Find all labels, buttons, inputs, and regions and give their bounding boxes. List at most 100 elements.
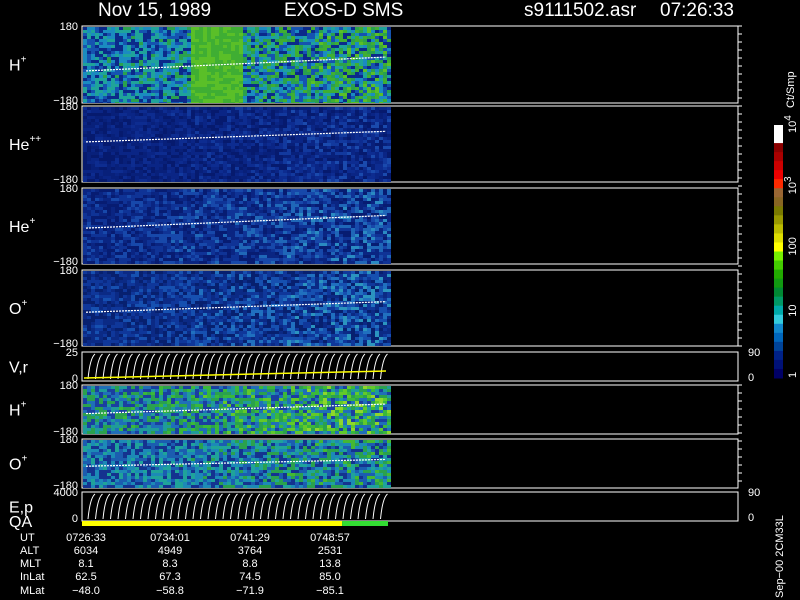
heatmap-cell — [299, 164, 303, 167]
heatmap-cell — [203, 158, 207, 161]
heatmap-cell — [123, 210, 127, 213]
heatmap-cell — [315, 155, 319, 158]
heatmap-cell — [307, 39, 311, 42]
heatmap-cell — [231, 75, 235, 78]
heatmap-cell — [215, 219, 219, 222]
heatmap-cell — [275, 78, 279, 81]
heatmap-cell — [267, 149, 271, 152]
heatmap-cell — [119, 122, 123, 125]
heatmap-cell — [215, 252, 219, 255]
heatmap-cell — [263, 170, 267, 173]
heatmap-cell — [271, 99, 275, 102]
heatmap-cell — [339, 84, 343, 87]
heatmap-cell — [231, 78, 235, 81]
heatmap-cell — [127, 152, 131, 155]
heatmap-cell — [203, 231, 207, 234]
heatmap-cell — [215, 204, 219, 207]
heatmap-cell — [207, 128, 211, 131]
heatmap-cell — [135, 222, 139, 225]
heatmap-cell — [223, 201, 227, 204]
heatmap-cell — [275, 96, 279, 99]
heatmap-cell — [367, 107, 371, 110]
heatmap-cell — [271, 131, 275, 134]
heatmap-cell — [383, 164, 387, 167]
heatmap-cell — [323, 102, 327, 103]
heatmap-cell — [111, 33, 115, 36]
heatmap-cell — [199, 30, 203, 33]
heatmap-cell — [231, 198, 235, 201]
heatmap-cell — [315, 72, 319, 75]
heatmap-cell — [183, 122, 187, 125]
heatmap-cell — [375, 48, 379, 51]
heatmap-cell — [335, 93, 339, 96]
heatmap-cell — [195, 107, 199, 110]
heatmap-cell — [227, 96, 231, 99]
heatmap-cell — [127, 54, 131, 57]
heatmap-cell — [239, 258, 243, 261]
heatmap-cell — [211, 81, 215, 84]
heatmap-cell — [335, 134, 339, 137]
heatmap-cell — [319, 152, 323, 155]
heatmap-cell — [215, 81, 219, 84]
heatmap-cell — [95, 119, 99, 122]
heatmap-cell — [143, 164, 147, 167]
heatmap-cell — [251, 27, 255, 30]
heatmap-cell — [127, 149, 131, 152]
heatmap-cell — [227, 72, 231, 75]
heatmap-cell — [99, 110, 103, 113]
heatmap-cell — [179, 140, 183, 143]
heatmap-cell — [163, 27, 167, 30]
heatmap-cell — [347, 110, 351, 113]
heatmap-cell — [279, 33, 283, 36]
heatmap-cell — [203, 246, 207, 249]
heatmap-cell — [315, 99, 319, 102]
heatmap-cell — [331, 113, 335, 116]
heatmap-cell — [367, 27, 371, 30]
heatmap-cell — [187, 149, 191, 152]
heatmap-cell — [243, 179, 247, 182]
heatmap-cell — [159, 261, 163, 264]
heatmap-cell — [83, 51, 87, 54]
heatmap-cell — [355, 176, 359, 179]
heatmap-cell — [315, 113, 319, 116]
heatmap-cell — [347, 66, 351, 69]
heatmap-cell — [231, 240, 235, 243]
heatmap-cell — [107, 192, 111, 195]
heatmap-cell — [339, 143, 343, 146]
heatmap-cell — [299, 66, 303, 69]
heatmap-cell — [247, 96, 251, 99]
heatmap-cell — [95, 99, 99, 102]
heatmap-cell — [171, 39, 175, 42]
heatmap-cell — [211, 243, 215, 246]
heatmap-cell — [123, 152, 127, 155]
heatmap-cell — [147, 222, 151, 225]
heatmap-cell — [103, 81, 107, 84]
heatmap-cell — [123, 30, 127, 33]
heatmap-cell — [343, 78, 347, 81]
heatmap-cell — [135, 179, 139, 182]
heatmap-cell — [359, 155, 363, 158]
heatmap-cell — [203, 167, 207, 170]
heatmap-cell — [359, 161, 363, 164]
heatmap-cell — [267, 173, 271, 176]
heatmap-cell — [99, 54, 103, 57]
heatmap-cell — [279, 176, 283, 179]
heatmap-cell — [295, 113, 299, 116]
heatmap-cell — [115, 243, 119, 246]
heatmap-cell — [371, 33, 375, 36]
heatmap-cell — [359, 102, 363, 103]
heatmap-cell — [83, 207, 87, 210]
heatmap-cell — [243, 176, 247, 179]
heatmap-cell — [171, 255, 175, 258]
heatmap-cell — [207, 216, 211, 219]
heatmap-cell — [191, 60, 195, 63]
heatmap-cell — [163, 60, 167, 63]
heatmap-cell — [227, 66, 231, 69]
heatmap-cell — [231, 36, 235, 39]
heatmap-cell — [147, 119, 151, 122]
heatmap-cell — [359, 78, 363, 81]
heatmap-cell — [263, 146, 267, 149]
heatmap-cell — [383, 158, 387, 161]
heatmap-cell — [183, 210, 187, 213]
heatmap-cell — [211, 195, 215, 198]
